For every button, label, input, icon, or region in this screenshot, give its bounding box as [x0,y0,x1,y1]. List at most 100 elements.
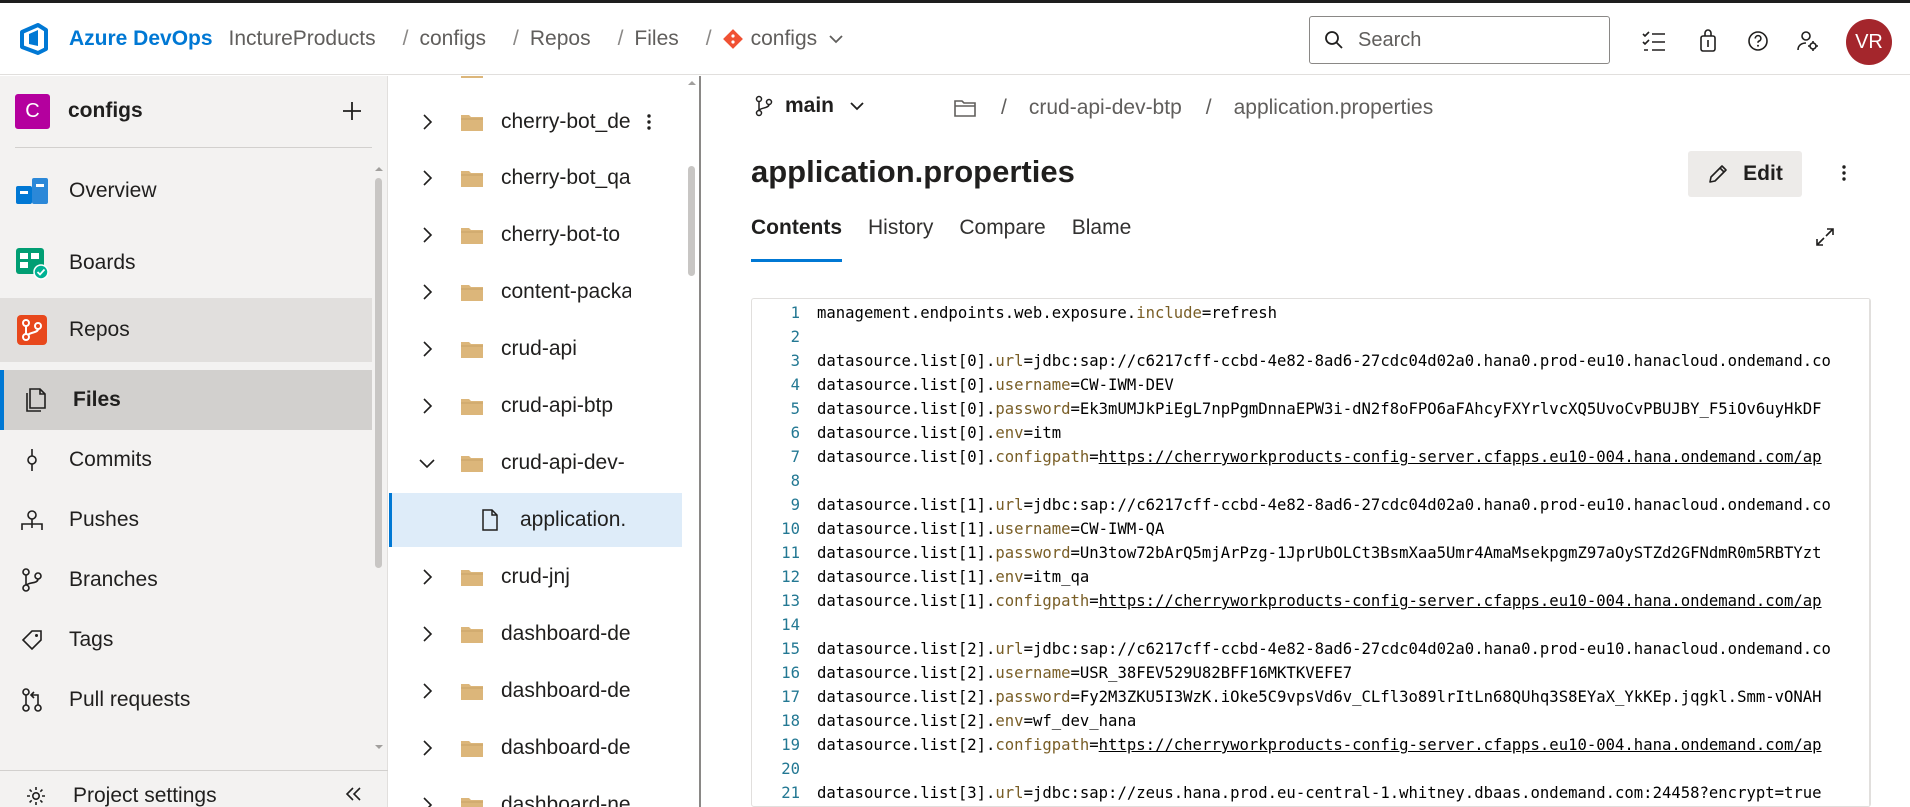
folder-icon [461,741,483,757]
sidebar-item-repos[interactable]: Repos [0,298,372,362]
scrollbar-thumb[interactable] [688,166,695,276]
folder-outline-icon[interactable] [953,97,977,119]
project-header[interactable]: C configs [0,76,388,146]
code-line: 19 datasource.list[2].configpath=https://… [752,733,1870,757]
tree-folder[interactable] [389,76,682,96]
sidebar-item-pushes[interactable]: Pushes [0,490,372,550]
breadcrumb-repos[interactable]: Repos [530,27,591,51]
nav-divider [15,147,372,148]
breadcrumb-separator: / [617,26,624,50]
sidebar-item-overview[interactable]: Overview [0,162,372,220]
files-icon [19,383,53,417]
tree-folder[interactable]: crud-api-btp [389,379,682,433]
search-box[interactable] [1309,16,1610,64]
sidebar-item-commits[interactable]: Commits [0,430,372,490]
azure-devops-logo-icon[interactable] [17,21,53,57]
path-separator: / [1001,96,1007,119]
brand-name[interactable]: Azure DevOps [69,27,213,51]
line-number: 16 [781,664,800,682]
folder-icon [461,342,483,358]
path-folder[interactable]: crud-api-dev-btp [1029,96,1182,120]
sidebar-item-label: Boards [69,251,136,274]
repo-selector[interactable]: configs [722,27,846,51]
project-avatar: C [15,93,50,129]
chevron-right-icon [417,339,437,359]
breadcrumb-separator: / [705,26,712,50]
code-text: datasource.list[2].password=Fy2M3ZKU5I3W… [817,688,1822,706]
file-tree: cherry-bot_de cherry-bot_qa cherry-bot-t… [389,76,701,807]
code-editor[interactable]: 1 management.endpoints.web.exposure.inclu… [751,298,1871,807]
search-input[interactable] [1358,28,1578,52]
code-line: 1 management.endpoints.web.exposure.inclu… [752,301,1870,325]
code-line: 4 datasource.list[0].username=CW-IWM-DEV [752,373,1870,397]
tree-folder-expanded[interactable]: crud-api-dev- [389,436,682,490]
code-text: datasource.list[1].password=Un3tow72bArQ… [817,544,1822,562]
user-settings-icon[interactable] [1794,27,1822,55]
tree-item-label: dashboard-de [501,736,631,759]
tags-icon [19,627,45,653]
line-number: 20 [781,760,800,778]
tab-compare[interactable]: Compare [959,216,1045,262]
code-line: 14 [752,613,1870,637]
path-file[interactable]: application.properties [1234,96,1434,120]
add-icon[interactable] [338,97,366,125]
tree-scrollbar[interactable] [685,76,699,807]
boards-icon [15,246,49,280]
code-text: datasource.list[1].username=CW-IWM-QA [817,520,1165,538]
tab-contents[interactable]: Contents [751,216,842,262]
code-line: 10 datasource.list[1].username=CW-IWM-QA [752,517,1870,541]
tree-folder[interactable]: cherry-bot-to [389,208,682,262]
marketplace-bag-icon[interactable] [1694,27,1722,55]
breadcrumb-organization[interactable]: InctureProducts [229,27,376,51]
chevron-right-icon [417,396,437,416]
line-number: 12 [781,568,800,586]
tree-folder[interactable]: cherry-bot_qa [389,151,682,205]
user-avatar[interactable]: VR [1846,19,1892,65]
tree-folder[interactable]: dashboard-de [389,721,682,775]
tree-folder[interactable]: crud-api [389,322,682,376]
branch-selector[interactable]: main [753,94,866,118]
fullscreen-expand-icon[interactable] [1813,225,1837,249]
tree-file-selected[interactable]: application. [389,493,682,547]
branches-icon [19,567,45,593]
code-text: datasource.list[2].configpath=https://ch… [817,736,1822,754]
breadcrumb-project[interactable]: configs [419,27,486,51]
collapse-sidebar-icon[interactable] [340,781,366,807]
folder-icon [461,627,483,643]
edit-button[interactable]: Edit [1688,151,1802,197]
tab-blame[interactable]: Blame [1072,216,1132,262]
tree-folder[interactable]: dashboard-de [389,664,682,718]
work-items-icon[interactable] [1640,27,1668,55]
line-number: 15 [781,640,800,658]
git-repo-icon [722,28,743,49]
breadcrumb-separator: / [402,26,409,50]
code-line: 15 datasource.list[2].url=jdbc:sap://c621… [752,637,1870,661]
folder-icon [461,285,483,301]
line-number: 5 [790,400,800,418]
sidebar-scrollbar[interactable] [373,164,383,754]
repos-icon [15,313,49,347]
help-icon[interactable] [1744,27,1772,55]
pencil-icon [1709,165,1727,183]
code-line: 13 datasource.list[1].configpath=https://… [752,589,1870,613]
more-options-icon[interactable] [639,112,659,132]
chevron-right-icon [417,168,437,188]
sidebar-item-boards[interactable]: Boards [0,234,372,292]
sidebar-item-branches[interactable]: Branches [0,550,372,610]
breadcrumb-files[interactable]: Files [634,27,678,51]
sidebar-item-pull-requests[interactable]: Pull requests [0,670,372,730]
sidebar-item-tags[interactable]: Tags [0,610,372,670]
tab-history[interactable]: History [868,216,933,262]
sidebar-item-files[interactable]: Files [0,370,372,430]
tree-folder[interactable]: content-packa [389,265,682,319]
project-settings-link[interactable]: Project settings [0,776,388,807]
more-actions-icon[interactable] [1833,162,1855,184]
tree-item-label: content-packa [501,280,631,303]
scrollbar-thumb[interactable] [375,178,382,568]
code-line: 11 datasource.list[1].password=Un3tow72bA… [752,541,1870,565]
tree-folder[interactable]: dashboard-ne [389,778,682,807]
sidebar-item-label: Tags [69,628,114,651]
tree-folder[interactable]: crud-jnj [389,550,682,604]
sidebar-item-label: Commits [69,448,152,471]
tree-folder[interactable]: dashboard-de [389,607,682,661]
